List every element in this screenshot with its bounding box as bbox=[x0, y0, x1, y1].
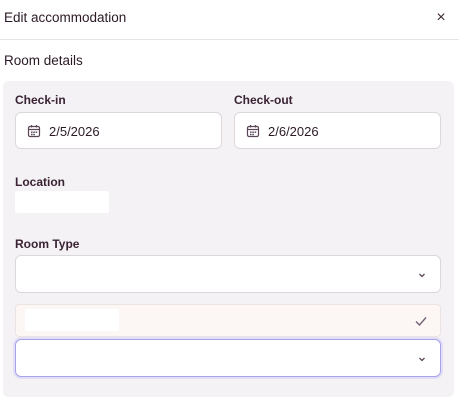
location-label: Location bbox=[15, 175, 65, 189]
checkin-field[interactable]: 2/5/2026 bbox=[15, 112, 222, 149]
modal-title: Edit accommodation bbox=[4, 10, 127, 25]
check-icon bbox=[415, 317, 427, 327]
checkout-field[interactable]: 2/6/2026 bbox=[234, 112, 441, 149]
checkout-label: Check-out bbox=[234, 93, 293, 107]
room-type-select[interactable] bbox=[15, 255, 441, 293]
room-type-label: Room Type bbox=[15, 237, 80, 251]
location-value bbox=[15, 191, 109, 213]
close-button[interactable]: × bbox=[432, 8, 450, 28]
calendar-icon bbox=[27, 125, 41, 138]
dropdown-option[interactable] bbox=[15, 304, 441, 337]
section-title: Room details bbox=[4, 53, 83, 68]
second-select[interactable] bbox=[15, 339, 441, 377]
chevron-down-icon bbox=[419, 357, 425, 362]
chevron-down-icon bbox=[419, 273, 425, 278]
checkout-value: 2/6/2026 bbox=[268, 124, 319, 139]
checkin-value: 2/5/2026 bbox=[49, 124, 100, 139]
dropdown-option-label bbox=[25, 309, 119, 331]
calendar-icon bbox=[246, 125, 260, 138]
modal-header: Edit accommodation × bbox=[0, 0, 459, 40]
checkin-label: Check-in bbox=[15, 93, 66, 107]
